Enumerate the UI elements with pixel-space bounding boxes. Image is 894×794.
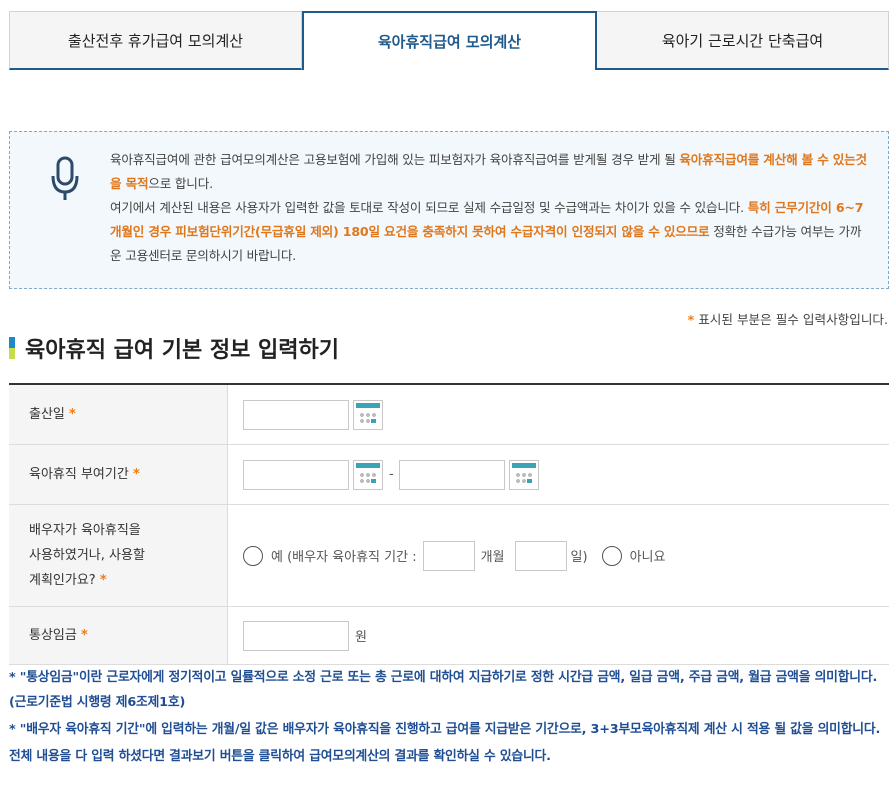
note-result-guide: 전체 내용을 다 입력 하셨다면 결과보기 버튼을 클릭하여 급여모의계산의 결… xyxy=(9,749,551,764)
info-paragraph-2: 여기에서 계산된 내용은 사용자가 입력한 값을 토대로 작성이 되므로 실제 … xyxy=(110,200,864,263)
spouse-no-label: 아니요 xyxy=(629,550,666,565)
spouse-label-line-1: 배우자가 육아휴직을 xyxy=(29,523,141,538)
calendar-icon[interactable] xyxy=(508,459,539,490)
info-text: 육아휴직급여에 관한 급여모의계산은 고용보험에 가입해 있는 피보험자가 육아… xyxy=(110,148,870,268)
spouse-label-line-3: 계획인가요? xyxy=(29,573,96,588)
calendar-icon[interactable] xyxy=(353,399,383,430)
row-spouse-leave: 배우자가 육아휴직을 사용하였거나, 사용할 계획인가요? * 예 (배우자 육… xyxy=(9,505,889,607)
microphone-icon xyxy=(51,156,79,200)
title-bar-icon xyxy=(9,337,15,359)
required-star: * xyxy=(69,407,76,422)
period-separator: - xyxy=(389,467,394,482)
required-note: * 표시된 부분은 필수 입력사항입니다. xyxy=(687,312,888,327)
spouse-yes-label: 예 (배우자 육아휴직 기간 : xyxy=(271,550,417,565)
spouse-label-line-2: 사용하였거나, 사용할 xyxy=(29,548,145,563)
note-ordinary-wage: * "통상임금"이란 근로자에게 정기적이고 일률적으로 소정 근로 또는 총 … xyxy=(9,670,878,710)
notes: * "통상임금"이란 근로자에게 정기적이고 일률적으로 소정 근로 또는 총 … xyxy=(9,665,883,769)
months-unit: 개월 xyxy=(480,550,505,565)
tab-maternity-leave[interactable]: 출산전후 휴가급여 모의계산 xyxy=(9,11,302,70)
tab-parental-leave[interactable]: 육아휴직급여 모의계산 xyxy=(302,11,597,70)
row-ordinary-wage: 통상임금 * 원 xyxy=(9,607,889,665)
wage-input[interactable] xyxy=(243,620,349,651)
info-box: 육아휴직급여에 관한 급여모의계산은 고용보험에 가입해 있는 피보험자가 육아… xyxy=(9,131,889,289)
section-title: 육아휴직 급여 기본 정보 입력하기 xyxy=(9,333,339,363)
wage-label: 통상임금 xyxy=(29,628,77,643)
leave-period-label: 육아휴직 부여기간 xyxy=(29,467,129,482)
required-star: * xyxy=(99,573,107,588)
required-star: * xyxy=(80,628,88,643)
calendar-icon[interactable] xyxy=(353,459,383,490)
leave-start-input[interactable] xyxy=(243,459,349,490)
spouse-days-input[interactable] xyxy=(514,540,567,571)
note-spouse-leave: * "배우자 육아휴직 기간"에 입력하는 개월/일 값은 배우자가 육아휴직을… xyxy=(9,722,881,737)
spouse-yes-radio[interactable] xyxy=(243,545,263,566)
wage-unit: 원 xyxy=(355,630,367,645)
tab-reduced-hours[interactable]: 육아기 근로시간 단축급여 xyxy=(597,11,889,70)
spouse-no-radio[interactable] xyxy=(601,545,622,566)
leave-end-input[interactable] xyxy=(398,459,505,490)
info-paragraph-1: 육아휴직급여에 관한 급여모의계산은 고용보험에 가입해 있는 피보험자가 육아… xyxy=(110,152,867,191)
tab-bar: 출산전후 휴가급여 모의계산 육아휴직급여 모의계산 육아기 근로시간 단축급여 xyxy=(9,11,889,71)
page-title: 육아휴직 급여 기본 정보 입력하기 xyxy=(25,338,339,363)
row-leave-period: 육아휴직 부여기간 * - xyxy=(9,445,889,505)
spouse-months-input[interactable] xyxy=(422,540,475,571)
birth-date-label: 출산일 xyxy=(29,407,65,422)
required-star: * xyxy=(132,467,140,482)
row-birth-date: 출산일 * xyxy=(9,385,889,445)
days-unit: 일) xyxy=(570,550,588,565)
birth-date-input[interactable] xyxy=(243,399,349,430)
form-table: 출산일 * 육아휴직 부여기간 * - 배우자가 육아휴직을 사용하였거나, 사… xyxy=(9,383,889,665)
